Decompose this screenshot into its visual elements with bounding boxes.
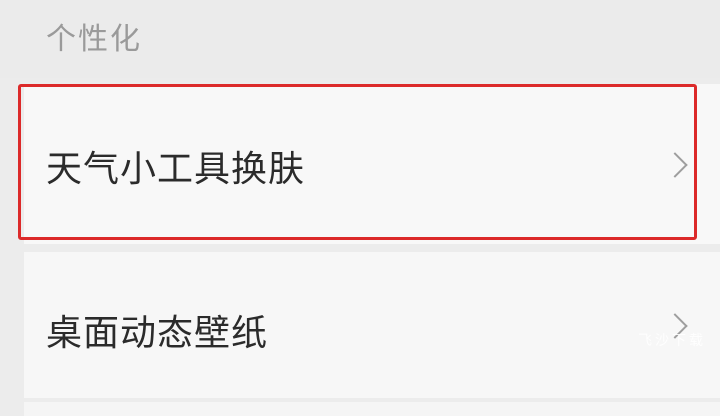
section-header: 个性化 [0, 0, 720, 78]
list-item-weather-widget-skin[interactable]: 天气小工具换肤 [24, 84, 720, 244]
list-item-label: 天气小工具换肤 [46, 149, 306, 190]
chevron-right-icon [662, 152, 688, 178]
settings-screen: 个性化 天气小工具换肤 桌面动态壁纸 飞沙下载 [0, 0, 720, 416]
list-item-partial[interactable] [24, 402, 720, 416]
list-item-desktop-live-wallpaper[interactable]: 桌面动态壁纸 [24, 252, 720, 398]
section-title: 个性化 [46, 22, 142, 57]
watermark: 飞沙下载 [638, 333, 706, 349]
list-item-label: 桌面动态壁纸 [46, 313, 269, 354]
